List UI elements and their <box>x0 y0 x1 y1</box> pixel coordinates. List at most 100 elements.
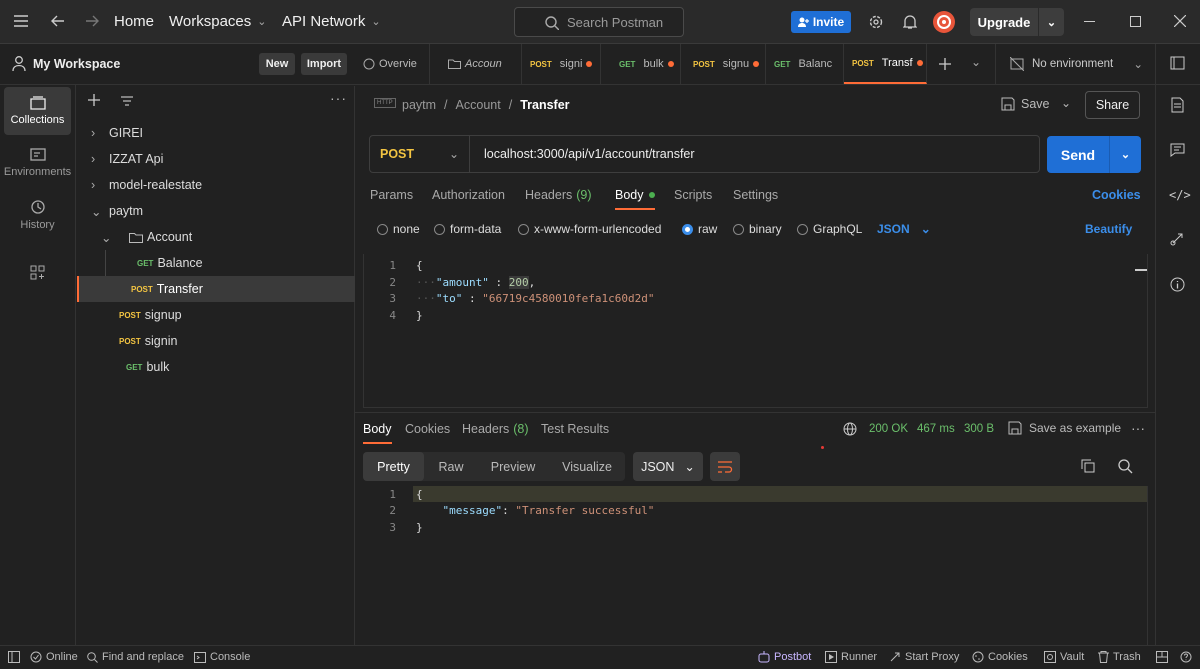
tree-folder-account[interactable]: ⌄ Account <box>77 224 355 250</box>
response-tab-cookies[interactable]: Cookies <box>405 422 450 436</box>
tab-signin[interactable]: POST signi <box>522 44 601 84</box>
environment-select[interactable]: No environment ⌄ <box>1010 55 1143 73</box>
radio-graphql[interactable]: GraphQL <box>797 222 862 236</box>
close-icon[interactable] <box>1174 15 1186 27</box>
settings-gear-icon[interactable] <box>868 14 884 30</box>
editor-scroll-thumb[interactable] <box>1135 269 1147 271</box>
breadcrumb-item[interactable]: paytm <box>402 98 436 112</box>
start-proxy-button[interactable]: Start Proxy <box>889 651 959 663</box>
trash-button[interactable]: Trash <box>1098 651 1141 663</box>
rail-collections[interactable]: Collections <box>4 87 71 135</box>
cookies-button[interactable]: Cookies <box>972 651 1028 663</box>
tab-balance[interactable]: GET Balanc <box>766 44 844 84</box>
pane-divider[interactable] <box>355 412 1155 413</box>
upgrade-button[interactable]: Upgrade ⌄ <box>970 8 1064 36</box>
more-options-icon[interactable]: ··· <box>330 91 347 105</box>
tab-bulk[interactable]: GET bulk <box>601 44 681 84</box>
wrap-lines-icon[interactable] <box>710 452 740 481</box>
body-format-select[interactable]: JSON ⌄ <box>877 222 931 236</box>
documentation-icon[interactable] <box>1171 97 1184 113</box>
tab-overview[interactable]: Overvie <box>355 44 430 84</box>
radio-x-www-form-urlencoded[interactable]: x-www-form-urlencoded <box>518 222 661 236</box>
new-tab-plus-icon[interactable] <box>939 58 951 70</box>
radio-binary[interactable]: binary <box>733 222 782 236</box>
add-icon[interactable] <box>88 94 100 106</box>
layout-icon[interactable] <box>1156 651 1168 663</box>
more-options-icon[interactable]: ··· <box>1131 421 1145 435</box>
save-button[interactable]: Save <box>1001 97 1050 111</box>
back-arrow-icon[interactable] <box>51 15 65 27</box>
runner-button[interactable]: Runner <box>825 651 877 663</box>
tree-collection-girei[interactable]: › GIREI <box>77 120 355 146</box>
forward-arrow-icon[interactable] <box>85 15 99 27</box>
api-network-menu[interactable]: API Network ⌄ <box>282 13 381 30</box>
menu-icon[interactable] <box>14 15 28 27</box>
response-tab-headers[interactable]: Headers (8) <box>462 422 529 436</box>
related-collections-icon[interactable] <box>1170 231 1185 246</box>
radio-raw[interactable]: raw <box>682 222 717 236</box>
toggle-sidebar-icon[interactable] <box>8 651 20 663</box>
vault-button[interactable]: Vault <box>1044 651 1084 663</box>
find-replace-button[interactable]: Find and replace <box>87 651 184 663</box>
response-size[interactable]: 300 B <box>964 423 994 435</box>
tab-params[interactable]: Params <box>370 188 413 202</box>
tree-request-balance[interactable]: GET Balance <box>77 250 355 276</box>
view-pretty[interactable]: Pretty <box>363 452 424 481</box>
method-select[interactable]: POST ⌄ <box>370 136 470 172</box>
workspaces-menu[interactable]: Workspaces ⌄ <box>169 13 266 30</box>
cookies-link[interactable]: Cookies <box>1092 188 1141 202</box>
response-format-select[interactable]: JSON ⌄ <box>633 452 703 481</box>
new-button[interactable]: New <box>259 53 295 75</box>
invite-button[interactable]: Invite <box>791 11 851 33</box>
environment-quicklook-icon[interactable] <box>1170 56 1185 70</box>
import-button[interactable]: Import <box>301 53 347 75</box>
tree-collection-paytm[interactable]: ⌄ paytm <box>77 198 355 224</box>
tab-scripts[interactable]: Scripts <box>674 188 712 202</box>
console-button[interactable]: Console <box>194 651 250 663</box>
tab-authorization[interactable]: Authorization <box>432 188 505 202</box>
postbot-button[interactable]: Postbot <box>758 651 811 663</box>
send-button[interactable]: Send ⌄ <box>1047 136 1141 173</box>
maximize-icon[interactable] <box>1130 16 1141 27</box>
tab-body[interactable]: Body <box>615 188 655 210</box>
globe-icon[interactable] <box>843 422 857 436</box>
filter-input[interactable] <box>115 92 321 110</box>
search-input[interactable]: Search Postman <box>514 7 684 37</box>
response-tab-body[interactable]: Body <box>363 422 392 444</box>
rail-environments[interactable]: Environments <box>4 139 71 187</box>
copy-icon[interactable] <box>1081 459 1095 473</box>
save-as-example-button[interactable]: Save as example <box>1008 421 1121 435</box>
response-tab-test-results[interactable]: Test Results <box>541 422 609 436</box>
chevron-down-icon[interactable]: ⌄ <box>971 55 981 69</box>
view-preview[interactable]: Preview <box>480 452 546 481</box>
tree-request-transfer[interactable]: POST Transfer <box>77 276 355 302</box>
view-visualize[interactable]: Visualize <box>554 452 620 481</box>
tab-transfer[interactable]: POST Transf <box>844 44 927 84</box>
tab-signup[interactable]: POST signu <box>681 44 766 84</box>
beautify-link[interactable]: Beautify <box>1085 222 1132 236</box>
code-snippet-icon[interactable]: </> <box>1169 188 1191 202</box>
home-link[interactable]: Home <box>114 13 154 30</box>
tree-collection-izzat-api[interactable]: › IZZAT Api <box>77 146 355 172</box>
minimize-icon[interactable] <box>1084 21 1095 22</box>
tree-request-bulk[interactable]: GET bulk <box>77 354 355 380</box>
help-icon[interactable] <box>1180 651 1192 663</box>
tree-request-signin[interactable]: POST signin <box>77 328 355 354</box>
tab-settings[interactable]: Settings <box>733 188 778 202</box>
tree-request-signup[interactable]: POST signup <box>77 302 355 328</box>
save-options-chevron-icon[interactable]: ⌄ <box>1061 96 1071 110</box>
chevron-down-icon[interactable]: ⌄ <box>1109 136 1141 173</box>
online-status[interactable]: Online <box>30 651 78 663</box>
chevron-down-icon[interactable]: ⌄ <box>1038 8 1064 36</box>
info-icon[interactable] <box>1170 277 1185 292</box>
notifications-bell-icon[interactable] <box>903 14 917 30</box>
share-button[interactable]: Share <box>1085 91 1140 119</box>
comments-icon[interactable] <box>1170 143 1185 157</box>
tab-headers[interactable]: Headers (9) <box>525 188 592 202</box>
radio-form-data[interactable]: form-data <box>434 222 501 236</box>
status-code[interactable]: 200 OK <box>869 423 908 435</box>
rail-history[interactable]: History <box>4 191 71 239</box>
search-icon[interactable] <box>1118 459 1133 474</box>
tab-account[interactable]: Accoun <box>440 44 522 84</box>
configure-sidebar-icon[interactable] <box>30 265 45 280</box>
